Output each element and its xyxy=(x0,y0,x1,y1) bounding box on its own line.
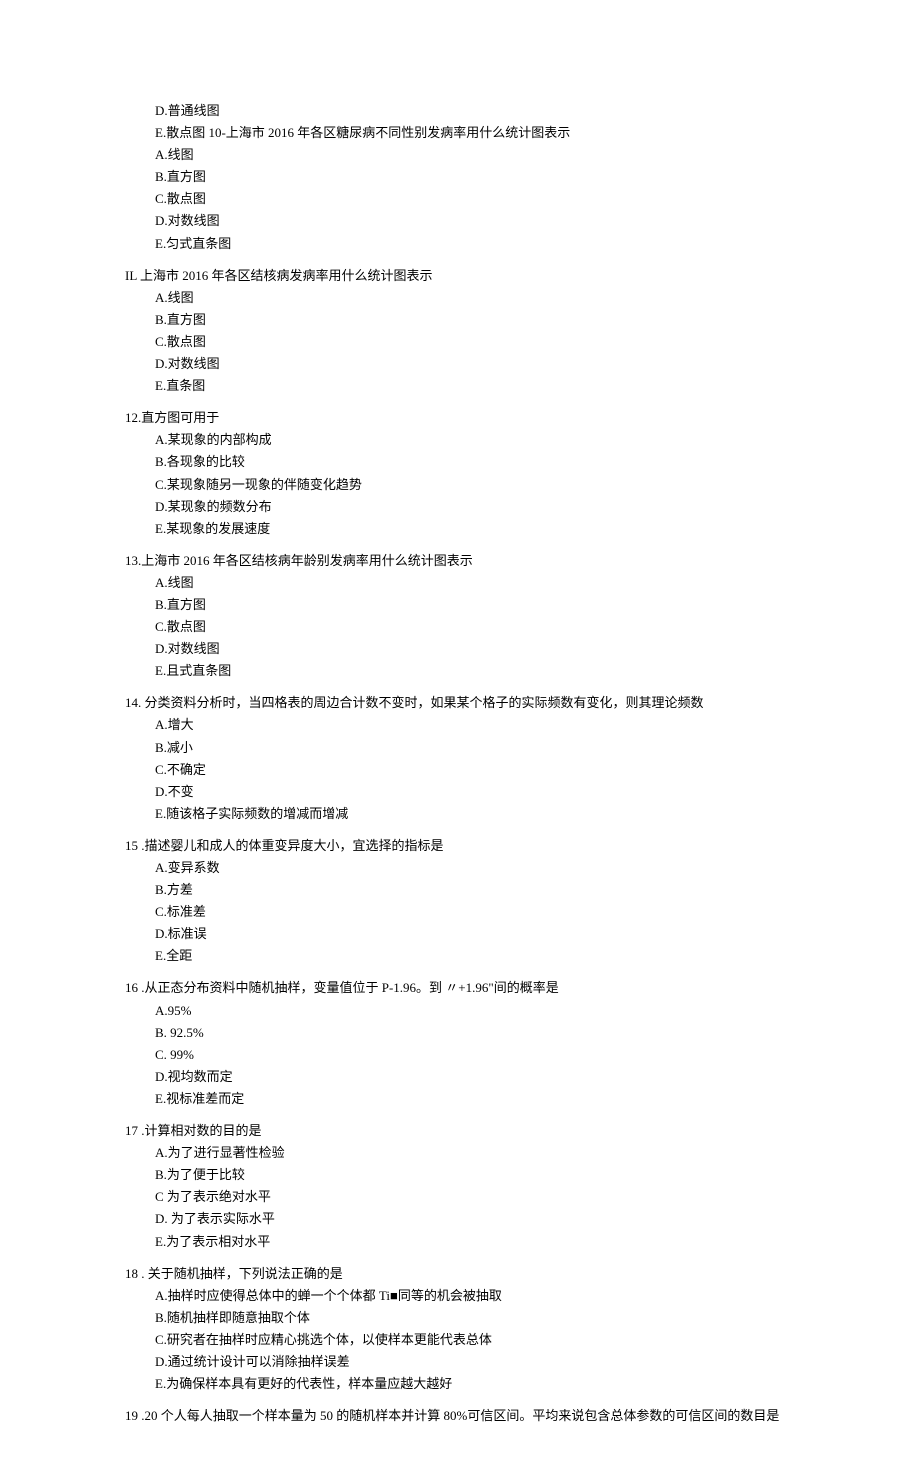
option-a: A.抽样时应使得总体中的蝉一个个体都 Ti■同等的机会被抽取 xyxy=(125,1285,795,1307)
option-b: B.方差 xyxy=(125,879,795,901)
option-a: A.线图 xyxy=(125,572,795,594)
option-c: C.某现象随另一现象的伴随变化趋势 xyxy=(125,474,795,496)
option-b: B.随机抽样即随意抽取个体 xyxy=(125,1307,795,1329)
option-a: A.线图 xyxy=(125,287,795,309)
option-e-with-q10: E.散点图 10-上海市 2016 年各区糖尿病不同性别发病率用什么统计图表示 xyxy=(125,122,795,144)
option-a: A.增大 xyxy=(125,714,795,736)
option-d: D. 为了表示实际水平 xyxy=(125,1208,795,1230)
question-12: 12.直方图可用于 A.某现象的内部构成 B.各现象的比较 C.某现象随另一现象… xyxy=(125,407,795,540)
option-c: C.研究者在抽样时应精心挑选个体，以使样本更能代表总体 xyxy=(125,1329,795,1351)
option-d: D.普通线图 xyxy=(125,100,795,122)
question-9-tail: D.普通线图 E.散点图 10-上海市 2016 年各区糖尿病不同性别发病率用什… xyxy=(125,100,795,255)
question-15: 15 .描述婴儿和成人的体重变异度大小，宜选择的指标是 A.变异系数 B.方差 … xyxy=(125,835,795,968)
question-14: 14. 分类资料分析时，当四格表的周边合计数不变时，如果某个格子的实际频数有变化… xyxy=(125,692,795,825)
option-b: B.直方图 xyxy=(125,309,795,331)
option-d: D.不变 xyxy=(125,781,795,803)
option-c: C. 99% xyxy=(125,1044,795,1066)
option-e: E.且式直条图 xyxy=(125,660,795,682)
question-stem: 17 .计算相对数的目的是 xyxy=(125,1120,795,1142)
q10-option-e: E.匀式直条图 xyxy=(125,233,795,255)
question-16: 16 .从正态分布资料中随机抽样，变量值位于 P-1.96。到 〃+1.96"间… xyxy=(125,977,795,1110)
question-stem: 19 .20 个人每人抽取一个样本量为 50 的随机样本并计算 80%可信区间。… xyxy=(125,1405,795,1427)
option-c: C 为了表示绝对水平 xyxy=(125,1186,795,1208)
option-b: B.直方图 xyxy=(125,594,795,616)
option-d: D.对数线图 xyxy=(125,638,795,660)
option-c: C.标准差 xyxy=(125,901,795,923)
question-stem: IL 上海市 2016 年各区结核病发病率用什么统计图表示 xyxy=(125,265,795,287)
question-13: 13.上海市 2016 年各区结核病年龄别发病率用什么统计图表示 A.线图 B.… xyxy=(125,550,795,683)
q10-option-a: A.线图 xyxy=(125,144,795,166)
option-a: A.95% xyxy=(125,1000,795,1022)
question-stem: 13.上海市 2016 年各区结核病年龄别发病率用什么统计图表示 xyxy=(125,550,795,572)
option-e: E.全距 xyxy=(125,945,795,967)
option-d: D.某现象的频数分布 xyxy=(125,496,795,518)
option-d: D.对数线图 xyxy=(125,353,795,375)
option-b: B. 92.5% xyxy=(125,1022,795,1044)
option-e: E.某现象的发展速度 xyxy=(125,518,795,540)
option-b: B.各现象的比较 xyxy=(125,451,795,473)
option-e: E.直条图 xyxy=(125,375,795,397)
question-19: 19 .20 个人每人抽取一个样本量为 50 的随机样本并计算 80%可信区间。… xyxy=(125,1405,795,1427)
option-b: B.减小 xyxy=(125,737,795,759)
option-c: C.不确定 xyxy=(125,759,795,781)
q10-option-b: B.直方图 xyxy=(125,166,795,188)
option-e: E.为了表示相对水平 xyxy=(125,1231,795,1253)
question-17: 17 .计算相对数的目的是 A.为了进行显著性检验 B.为了便于比较 C 为了表… xyxy=(125,1120,795,1253)
option-d: D.视均数而定 xyxy=(125,1066,795,1088)
option-a: A.某现象的内部构成 xyxy=(125,429,795,451)
option-a: A.变异系数 xyxy=(125,857,795,879)
question-11: IL 上海市 2016 年各区结核病发病率用什么统计图表示 A.线图 B.直方图… xyxy=(125,265,795,398)
question-18: 18 . 关于随机抽样，下列说法正确的是 A.抽样时应使得总体中的蝉一个个体都 … xyxy=(125,1263,795,1396)
option-c: C.散点图 xyxy=(125,331,795,353)
option-b: B.为了便于比较 xyxy=(125,1164,795,1186)
option-a: A.为了进行显著性检验 xyxy=(125,1142,795,1164)
question-stem: 12.直方图可用于 xyxy=(125,407,795,429)
option-e: E.随该格子实际频数的增减而增减 xyxy=(125,803,795,825)
option-c: C.散点图 xyxy=(125,616,795,638)
question-stem: 16 .从正态分布资料中随机抽样，变量值位于 P-1.96。到 〃+1.96"间… xyxy=(125,977,795,999)
option-e: E.为确保样本具有更好的代表性，样本量应越大越好 xyxy=(125,1373,795,1395)
option-d: D.通过统计设计可以消除抽样误差 xyxy=(125,1351,795,1373)
question-stem: 18 . 关于随机抽样，下列说法正确的是 xyxy=(125,1263,795,1285)
option-d: D.标准误 xyxy=(125,923,795,945)
question-stem: 14. 分类资料分析时，当四格表的周边合计数不变时，如果某个格子的实际频数有变化… xyxy=(125,692,795,714)
question-stem: 15 .描述婴儿和成人的体重变异度大小，宜选择的指标是 xyxy=(125,835,795,857)
option-e: E.视标准差而定 xyxy=(125,1088,795,1110)
q10-option-c: C.散点图 xyxy=(125,188,795,210)
q10-option-d: D.对数线图 xyxy=(125,210,795,232)
